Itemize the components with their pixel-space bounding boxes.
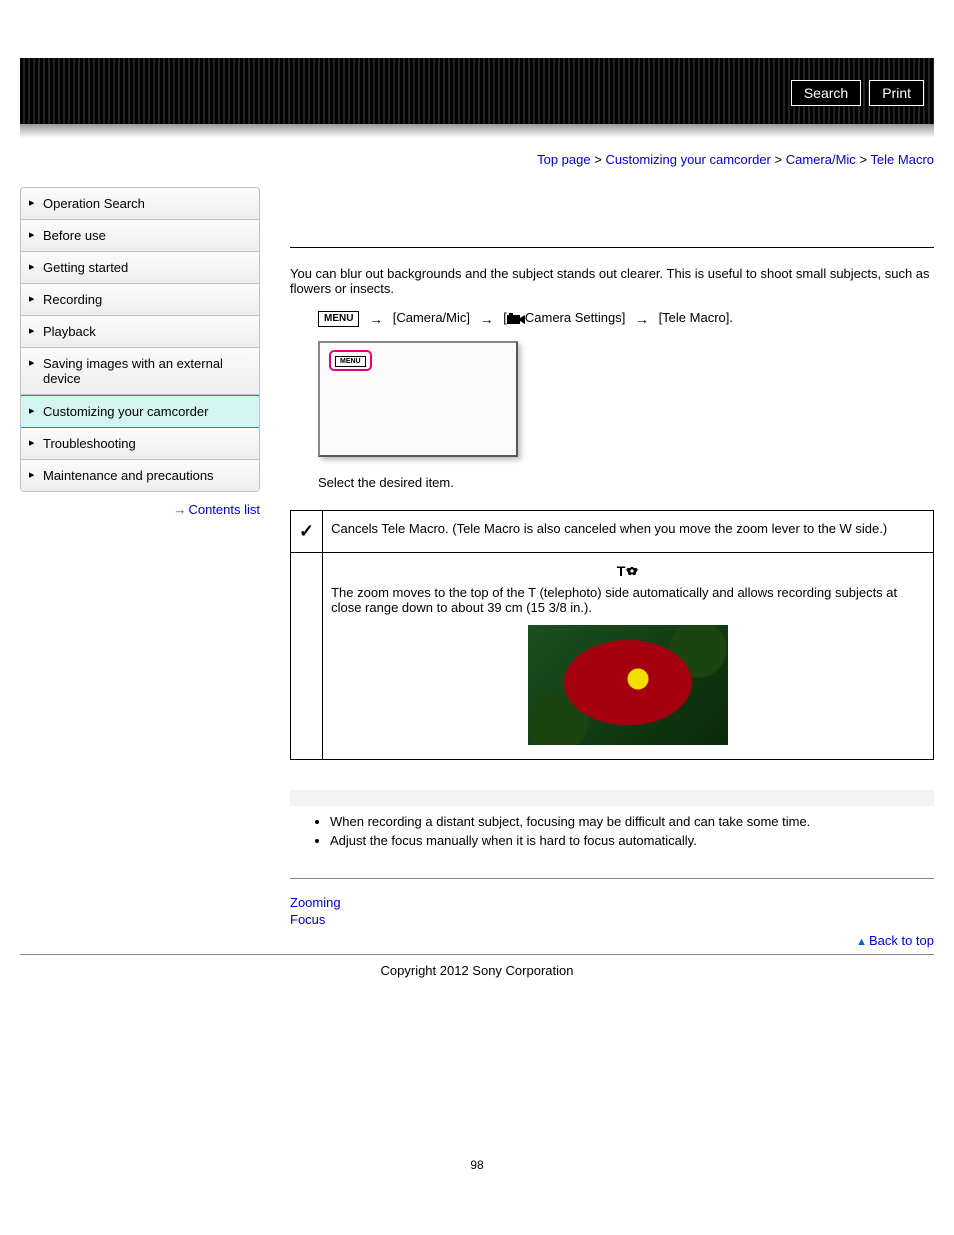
breadcrumb-link[interactable]: Customizing your camcorder [605,152,770,167]
path-segment: [Camera Settings] [503,310,629,325]
flower-icon [625,564,639,578]
header-band: Search Print [20,58,934,124]
arrow-right-icon: → [369,311,383,327]
menu-path: MENU → [Camera/Mic] → [Camera Settings] … [318,310,934,327]
arrow-right-icon: → [635,311,649,327]
notes-list: When recording a distant subject, focusi… [290,814,934,848]
option-text-cell: T The zoom moves to the top of the T (te… [323,552,934,759]
lcd-screen-illustration: MENU [318,341,518,457]
back-to-top: ▲Back to top [290,933,934,948]
breadcrumb-link[interactable]: Top page [537,152,591,167]
search-button[interactable]: Search [791,80,861,106]
path-segment: [Tele Macro]. [659,310,733,325]
page-number: 98 [20,1158,934,1172]
breadcrumb: Top page > Customizing your camcorder > … [20,152,934,167]
print-button[interactable]: Print [869,80,924,106]
breadcrumb-current: Tele Macro [870,152,934,167]
notes-heading-band [290,790,934,806]
table-row: ✓ Cancels Tele Macro. (Tele Macro is als… [291,510,934,552]
sidebar-item-before-use[interactable]: Before use [21,220,259,252]
sidebar-item-getting-started[interactable]: Getting started [21,252,259,284]
option-text-cell: Cancels Tele Macro. (Tele Macro is also … [323,510,934,552]
breadcrumb-sep: > [775,152,783,167]
nav-list: Operation Search Before use Getting star… [20,187,260,492]
related-link[interactable]: Zooming [290,895,934,910]
arrow-right-icon: → [173,502,186,517]
sidebar-item-operation-search[interactable]: Operation Search [21,188,259,220]
divider [290,247,934,248]
triangle-up-icon: ▲ [856,936,867,948]
menu-highlight: MENU [329,350,372,371]
checkmark-icon: ✓ [299,521,314,541]
menu-button-icon: MENU [335,356,366,367]
sidebar-item-maintenance[interactable]: Maintenance and precautions [21,460,259,491]
sidebar: Operation Search Before use Getting star… [20,187,260,517]
option-icon-cell [291,552,323,759]
sidebar-item-saving-images[interactable]: Saving images with an external device [21,348,259,395]
related-link[interactable]: Focus [290,912,934,927]
table-row: T The zoom moves to the top of the T (te… [291,552,934,759]
main-content: You can blur out backgrounds and the sub… [290,187,934,948]
sidebar-item-recording[interactable]: Recording [21,284,259,316]
related-topics: Zooming Focus [290,895,934,927]
copyright-text: Copyright 2012 Sony Corporation [20,954,934,978]
sidebar-item-playback[interactable]: Playback [21,316,259,348]
camera-settings-icon [507,313,525,325]
divider [290,878,934,879]
breadcrumb-sep: > [594,152,602,167]
options-table: ✓ Cancels Tele Macro. (Tele Macro is als… [290,510,934,760]
contents-list-link[interactable]: Contents list [188,502,260,517]
contents-list-container: →Contents list [20,502,260,517]
sidebar-item-troubleshooting[interactable]: Troubleshooting [21,428,259,460]
sidebar-item-customizing[interactable]: Customizing your camcorder [21,395,259,428]
menu-button-icon: MENU [318,311,359,327]
intro-text: You can blur out backgrounds and the sub… [290,266,934,296]
instruction-text: Select the desired item. [318,475,934,490]
breadcrumb-link[interactable]: Camera/Mic [786,152,856,167]
option-icon-cell: ✓ [291,510,323,552]
arrow-right-icon: → [480,311,494,327]
path-segment: [Camera/Mic] [393,310,470,325]
breadcrumb-sep: > [859,152,867,167]
sample-photo [528,625,728,745]
note-item: Adjust the focus manually when it is har… [330,833,934,848]
back-to-top-link[interactable]: Back to top [869,933,934,948]
note-item: When recording a distant subject, focusi… [330,814,934,829]
option-description: The zoom moves to the top of the T (tele… [331,585,925,615]
tele-macro-icon: T [617,563,640,579]
